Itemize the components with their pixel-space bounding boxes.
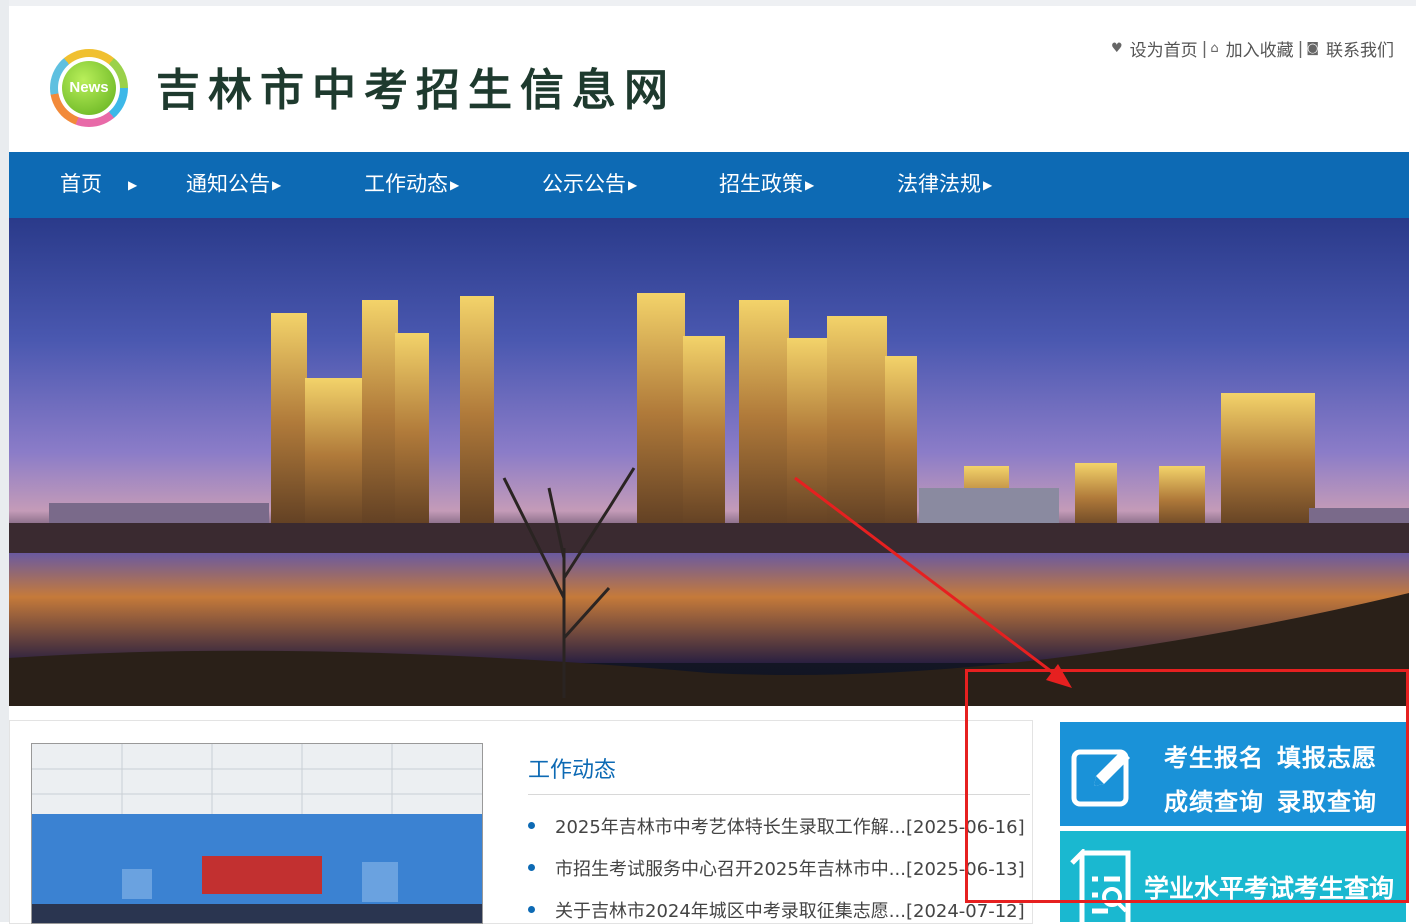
annotation-highlight-box	[965, 669, 1409, 903]
